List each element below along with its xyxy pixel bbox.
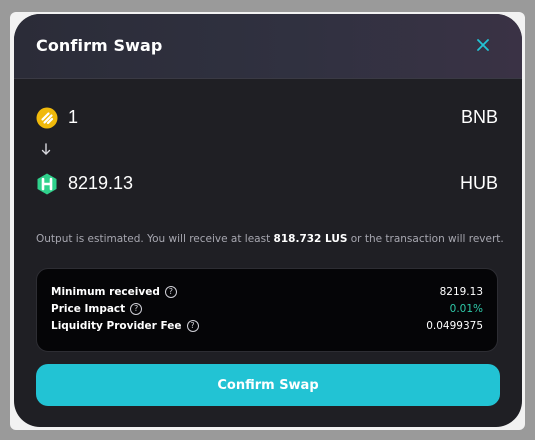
price-impact-label: Price Impact	[51, 303, 126, 315]
help-circle-icon[interactable]: ?	[164, 286, 177, 298]
price-impact-row: Price Impact ? 0.01%	[51, 303, 483, 319]
lp-fee-label: Liquidity Provider Fee	[51, 320, 182, 332]
estimate-prefix: Output is estimated. You will receive at…	[36, 233, 274, 245]
help-circle-icon[interactable]: ?	[186, 320, 199, 332]
lp-fee-value: 0.0499375	[426, 320, 483, 332]
minimum-received-label: Minimum received	[51, 286, 160, 298]
to-symbol: HUB	[459, 173, 498, 193]
confirm-swap-button[interactable]: Confirm Swap	[36, 364, 500, 406]
from-amount: 1	[68, 107, 79, 127]
from-symbol: BNB	[460, 107, 498, 127]
hub-token-icon	[37, 173, 57, 195]
arrow-down-icon	[41, 143, 51, 155]
output-estimate-notice: Output is estimated. You will receive at…	[36, 233, 506, 245]
to-amount: 8219.13	[68, 173, 134, 193]
modal-header: Confirm Swap	[14, 14, 522, 79]
modal-title: Confirm Swap	[36, 36, 163, 55]
bnb-token-icon	[36, 107, 58, 129]
swap-from-row: 1 BNB	[36, 105, 498, 131]
lp-fee-row: Liquidity Provider Fee ? 0.0499375	[51, 320, 483, 336]
minimum-received-value: 8219.13	[439, 286, 483, 298]
swap-to-row: 8219.13 HUB	[36, 171, 498, 197]
close-icon[interactable]	[477, 39, 489, 51]
price-impact-value: 0.01%	[449, 303, 483, 315]
estimate-min-amount: 818.732 LUS	[273, 233, 348, 245]
minimum-received-row: Minimum received ? 8219.13	[51, 286, 483, 302]
close-button[interactable]	[472, 34, 494, 56]
estimate-suffix: or the transaction will revert.	[347, 233, 504, 245]
help-circle-icon[interactable]: ?	[130, 303, 143, 315]
confirm-swap-modal: Confirm Swap 1 BNB 8219.13 HUB Output is…	[14, 14, 522, 427]
swap-details-panel: Minimum received ? 8219.13 Price Impact …	[36, 268, 498, 352]
